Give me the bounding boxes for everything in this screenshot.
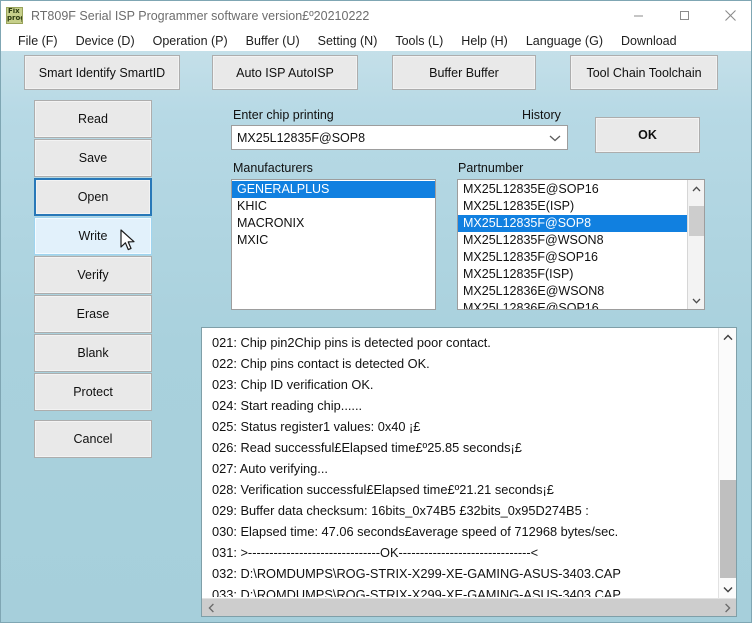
read-button[interactable]: Read bbox=[34, 100, 152, 138]
list-item[interactable]: MXIC bbox=[232, 232, 435, 249]
log-line: 022: Chip pins contact is detected OK. bbox=[212, 356, 430, 371]
log-panel[interactable]: 021: Chip pin2Chip pins is detected poor… bbox=[201, 327, 737, 617]
log-line: 024: Start reading chip...... bbox=[212, 398, 363, 413]
manufacturers-label: Manufacturers bbox=[233, 161, 313, 175]
manufacturers-listbox[interactable]: GENERALPLUS KHIC MACRONIX MXIC bbox=[231, 179, 436, 310]
erase-button[interactable]: Erase bbox=[34, 295, 152, 333]
tool-chain-button[interactable]: Tool Chain Toolchain bbox=[570, 55, 718, 90]
chevron-down-icon[interactable] bbox=[719, 580, 737, 598]
toolbar: Smart Identify SmartID Auto ISP AutoISP … bbox=[1, 51, 751, 93]
list-item[interactable]: KHIC bbox=[232, 198, 435, 215]
list-item[interactable]: GENERALPLUS bbox=[232, 181, 435, 198]
list-item[interactable]: MX25L12835F@SOP8 bbox=[458, 215, 687, 232]
window-controls bbox=[615, 1, 751, 30]
list-item[interactable]: MX25L12835F@SOP16 bbox=[458, 249, 687, 266]
buffer-button[interactable]: Buffer Buffer bbox=[392, 55, 536, 90]
cancel-button[interactable]: Cancel bbox=[34, 420, 152, 458]
partnumber-listbox[interactable]: MX25L12835E@SOP16 MX25L12835E(ISP) MX25L… bbox=[457, 179, 705, 310]
menu-item-device[interactable]: Device (D) bbox=[67, 34, 144, 48]
log-line: 031: >-------------------------------OK-… bbox=[212, 545, 539, 560]
menu-item-language[interactable]: Language (G) bbox=[517, 34, 612, 48]
log-line: 023: Chip ID verification OK. bbox=[212, 377, 374, 392]
menu-item-setting[interactable]: Setting (N) bbox=[309, 34, 387, 48]
chevron-up-icon[interactable] bbox=[719, 328, 737, 346]
chevron-up-icon[interactable] bbox=[688, 180, 704, 197]
enter-chip-printing-label: Enter chip printing bbox=[233, 108, 334, 122]
maximize-icon[interactable] bbox=[661, 1, 707, 30]
list-item[interactable]: MX25L12836E@WSON8 bbox=[458, 283, 687, 300]
window-title: RT809F Serial ISP Programmer software ve… bbox=[31, 8, 370, 23]
list-item[interactable]: MX25L12835F(ISP) bbox=[458, 266, 687, 283]
log-line: 027: Auto verifying... bbox=[212, 461, 328, 476]
scrollbar-thumb[interactable] bbox=[689, 206, 704, 236]
log-line: 025: Status register1 values: 0x40 ¡£ bbox=[212, 419, 421, 434]
history-label: History bbox=[522, 108, 561, 122]
write-button[interactable]: Write bbox=[34, 217, 152, 255]
title-bar: RT809F Serial ISP Programmer software ve… bbox=[1, 1, 751, 30]
chip-printing-input[interactable]: MX25L12835F@SOP8 bbox=[232, 131, 543, 145]
menu-item-buffer[interactable]: Buffer (U) bbox=[237, 34, 309, 48]
list-item[interactable]: MACRONIX bbox=[232, 215, 435, 232]
log-line: 030: Elapsed time: 47.06 seconds£­averag… bbox=[212, 524, 619, 539]
log-lines-container: 021: Chip pin2Chip pins is detected poor… bbox=[202, 332, 718, 597]
blank-button[interactable]: Blank bbox=[34, 334, 152, 372]
ok-button[interactable]: OK bbox=[595, 117, 700, 153]
list-item[interactable]: MX25L12835E@SOP16 bbox=[458, 181, 687, 198]
application-window: RT809F Serial ISP Programmer software ve… bbox=[0, 0, 752, 623]
verify-button[interactable]: Verify bbox=[34, 256, 152, 294]
list-item[interactable]: MX25L12836E@SOP16 bbox=[458, 300, 687, 309]
list-item[interactable]: MX25L12835E(ISP) bbox=[458, 198, 687, 215]
save-button[interactable]: Save bbox=[34, 139, 152, 177]
menu-item-file[interactable]: File (F) bbox=[9, 34, 67, 48]
menu-bar: File (F) Device (D) Operation (P) Buffer… bbox=[1, 30, 751, 51]
scrollbar-thumb[interactable] bbox=[720, 480, 736, 578]
partnumber-scrollbar[interactable] bbox=[687, 180, 704, 309]
smart-identify-button[interactable]: Smart Identify SmartID bbox=[24, 55, 180, 90]
log-line: 021: Chip pin2Chip pins is detected poor… bbox=[212, 335, 491, 350]
open-button[interactable]: Open bbox=[34, 178, 152, 216]
protect-button[interactable]: Protect bbox=[34, 373, 152, 411]
minimize-icon[interactable] bbox=[615, 1, 661, 30]
auto-isp-button[interactable]: Auto ISP AutoISP bbox=[212, 55, 358, 90]
log-line: 033: D:\ROMDUMPS\ROG-STRIX-X299-XE-GAMIN… bbox=[212, 587, 621, 597]
chevron-right-icon[interactable] bbox=[718, 599, 736, 617]
log-vertical-scrollbar[interactable] bbox=[718, 328, 736, 598]
chevron-down-icon[interactable] bbox=[688, 292, 704, 309]
menu-item-help[interactable]: Help (H) bbox=[452, 34, 517, 48]
chevron-down-icon[interactable] bbox=[543, 134, 567, 142]
fixprog-icon bbox=[6, 7, 23, 24]
menu-item-operation[interactable]: Operation (P) bbox=[144, 34, 237, 48]
chip-printing-combobox[interactable]: MX25L12835F@SOP8 bbox=[231, 125, 568, 150]
log-line: 029: Buffer data checksum: 16bits_0x74B5… bbox=[212, 503, 589, 518]
log-line: 032: D:\ROMDUMPS\ROG-STRIX-X299-XE-GAMIN… bbox=[212, 566, 621, 581]
chevron-left-icon[interactable] bbox=[202, 599, 220, 617]
menu-item-tools[interactable]: Tools (L) bbox=[386, 34, 452, 48]
list-item[interactable]: MX25L12835F@WSON8 bbox=[458, 232, 687, 249]
menu-item-download[interactable]: Download bbox=[612, 34, 686, 48]
operation-button-column: Read Save Open Write Verify Erase Blank … bbox=[34, 100, 152, 459]
log-line: 026: Read successful£­Elapsed time£º25.8… bbox=[212, 440, 522, 455]
log-line: 028: Verification successful£­Elapsed ti… bbox=[212, 482, 554, 497]
partnumber-label: Partnumber bbox=[458, 161, 524, 175]
log-horizontal-scrollbar[interactable] bbox=[202, 598, 736, 616]
close-icon[interactable] bbox=[707, 1, 751, 30]
